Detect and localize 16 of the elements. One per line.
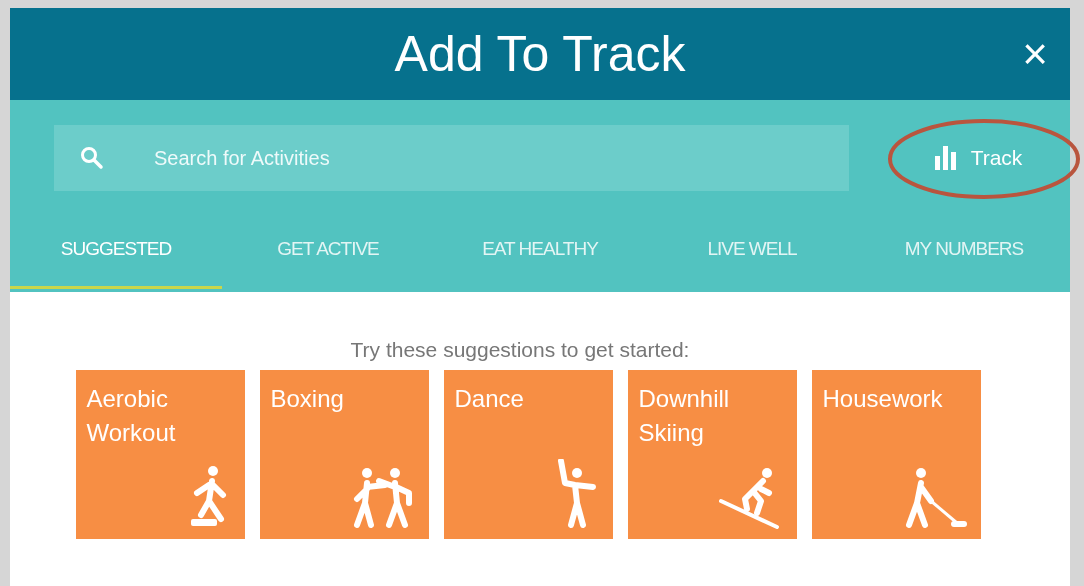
- activity-tile[interactable]: Boxing: [259, 370, 429, 539]
- dialog-title: Add To Track: [394, 25, 686, 83]
- close-button[interactable]: ×: [1016, 32, 1054, 76]
- bar-chart-icon: [934, 146, 957, 170]
- tab[interactable]: LIVE WELL: [646, 226, 858, 289]
- activity-tile[interactable]: Downhill Skiing: [627, 370, 797, 539]
- activity-tile[interactable]: Housework: [811, 370, 981, 539]
- tab[interactable]: GET ACTIVE: [222, 226, 434, 289]
- search-field[interactable]: Search for Activities: [54, 125, 849, 191]
- tab[interactable]: EAT HEALTHY: [434, 226, 646, 289]
- activity-tile[interactable]: Aerobic Workout: [75, 370, 245, 539]
- search-icon: [80, 146, 104, 170]
- intro-text: Try these suggestions to get started:: [350, 338, 690, 362]
- tab[interactable]: SUGGESTED: [10, 226, 222, 289]
- activity-tile[interactable]: Dance: [443, 370, 613, 539]
- tab[interactable]: MY NUMBERS: [858, 226, 1070, 289]
